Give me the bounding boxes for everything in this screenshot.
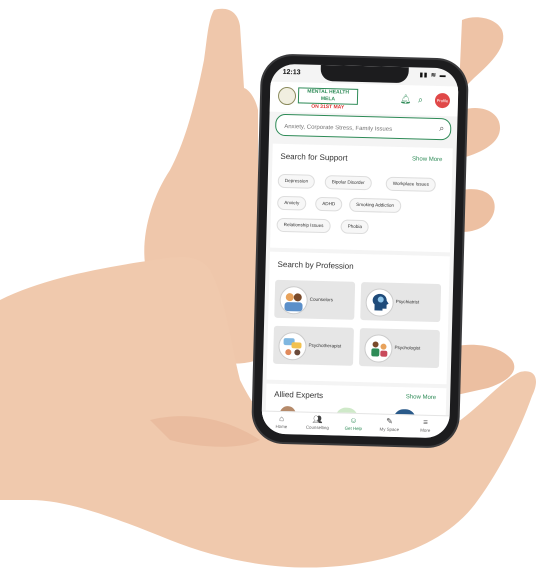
tile-counselors-label: Counselors bbox=[309, 296, 334, 303]
pencil-icon: ✎ bbox=[386, 416, 394, 426]
support-section: Search for Support Show More Depression … bbox=[270, 143, 453, 253]
avatar-label: Profile bbox=[436, 97, 449, 104]
tile-psychologist-label: Psychologist bbox=[394, 344, 421, 351]
avatar[interactable]: Profile bbox=[434, 92, 451, 109]
people-icon: 👥︎ bbox=[312, 414, 323, 425]
chip-smoking[interactable]: Smoking Addiction bbox=[349, 197, 402, 214]
help-icon: ☺ bbox=[349, 415, 358, 425]
nav-more-label: More bbox=[420, 427, 431, 433]
emblem-icon bbox=[277, 86, 297, 106]
profession-section: Search by Profession Counselors Psychiat… bbox=[266, 251, 450, 385]
home-icon: ⌂ bbox=[279, 413, 285, 424]
nav-my-space-label: My Space bbox=[379, 426, 400, 433]
nav-home-label: Home bbox=[275, 423, 288, 430]
chip-anxiety[interactable]: Anxiety bbox=[277, 195, 307, 211]
search-bar[interactable]: ⌕ bbox=[274, 113, 452, 141]
bottom-nav: ⌂ Home 👥︎ Counselling ☺ Get Help ✎ My Space … bbox=[261, 410, 450, 439]
therapy-chat-icon bbox=[278, 331, 307, 361]
back-hand-finger-low bbox=[462, 189, 495, 232]
app-screen: 12:13 ▮▮ ≋ ▬ MENTAL HEALTH MELA ON 31ST … bbox=[261, 63, 459, 439]
logo-title: MENTAL HEALTH MELA bbox=[297, 87, 359, 105]
support-show-more[interactable]: Show More bbox=[412, 156, 443, 163]
chip-adhd[interactable]: ADHD bbox=[315, 196, 343, 212]
tile-psychotherapist-label: Psychotherapist bbox=[308, 342, 342, 349]
support-title: Search for Support bbox=[280, 151, 348, 163]
tile-psychiatrist[interactable]: Psychiatrist bbox=[360, 282, 442, 323]
counselors-icon bbox=[279, 285, 309, 315]
search-input[interactable] bbox=[284, 123, 435, 134]
back-hand-finger-top bbox=[460, 17, 504, 93]
allied-title: Allied Experts bbox=[274, 389, 324, 401]
nav-home[interactable]: ⌂ Home bbox=[263, 414, 299, 430]
nav-counselling-label: Counselling bbox=[305, 424, 329, 431]
search-icon[interactable]: ⌕ bbox=[439, 123, 444, 134]
app-header: MENTAL HEALTH MELA ON 31ST MAY 🔔︎ ⌕ Prof… bbox=[269, 81, 459, 117]
status-signal-icon: ▮▮ ≋ ▬ bbox=[419, 72, 447, 80]
chip-workplace[interactable]: Workplace Issues bbox=[385, 176, 437, 192]
psychologist-icon bbox=[364, 334, 393, 363]
tile-psychologist[interactable]: Psychologist bbox=[358, 328, 440, 369]
nav-counselling[interactable]: 👥︎ Counselling bbox=[299, 414, 335, 430]
nav-get-help[interactable]: ☺ Get Help bbox=[335, 415, 371, 431]
nav-my-space[interactable]: ✎ My Space bbox=[371, 416, 407, 432]
chip-depression[interactable]: Depression bbox=[277, 173, 316, 189]
tile-counselors[interactable]: Counselors bbox=[274, 279, 356, 320]
logo-date: ON 31ST MAY bbox=[311, 103, 345, 111]
phone-notch bbox=[320, 64, 409, 84]
nav-more[interactable]: ≡ More bbox=[407, 417, 443, 433]
brain-head-icon bbox=[365, 288, 395, 317]
allied-show-more[interactable]: Show More bbox=[406, 394, 437, 401]
phone-frame: 12:13 ▮▮ ≋ ▬ MENTAL HEALTH MELA ON 31ST … bbox=[252, 55, 468, 447]
nav-get-help-label: Get Help bbox=[344, 425, 363, 432]
chip-phobia[interactable]: Phobia bbox=[340, 219, 370, 235]
tile-psychotherapist[interactable]: Psychotherapist bbox=[273, 325, 354, 366]
search-icon[interactable]: ⌕ bbox=[418, 94, 423, 105]
profession-title: Search by Profession bbox=[277, 259, 354, 271]
chip-relationship[interactable]: Relationship Issues bbox=[276, 217, 331, 234]
status-time: 12:13 bbox=[282, 68, 301, 77]
tile-psychiatrist-label: Psychiatrist bbox=[395, 298, 420, 305]
chip-bipolar[interactable]: Bipolar Disorder bbox=[324, 175, 372, 191]
bell-icon[interactable]: 🔔︎ bbox=[400, 94, 412, 105]
event-logo[interactable]: MENTAL HEALTH MELA ON 31ST MAY bbox=[297, 87, 359, 112]
back-hand-finger-mid bbox=[462, 108, 500, 158]
menu-icon: ≡ bbox=[423, 417, 428, 427]
